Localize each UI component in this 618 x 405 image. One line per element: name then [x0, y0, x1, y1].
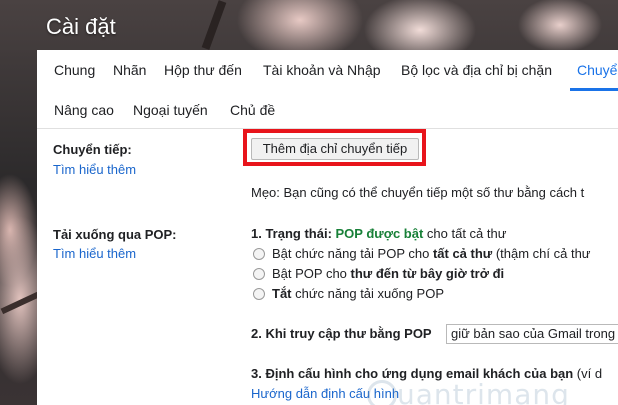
tab-themes[interactable]: Chủ đề [230, 102, 275, 118]
background-branch [201, 0, 227, 50]
settings-panel: Chung Nhãn Hộp thư đến Tài khoản và Nhập… [37, 50, 618, 405]
pop-option-from-now: Bật POP cho thư đến từ bây giờ trở đi [272, 266, 504, 281]
forwarding-tip: Mẹo: Bạn cũng có thể chuyển tiếp một số … [251, 185, 585, 200]
watermark-logo-icon [367, 380, 397, 405]
pop-option-all-bold: tất cả thư [432, 246, 493, 261]
pop-action-select[interactable]: giữ bản sao của Gmail trong [446, 324, 618, 344]
tab-accounts-import[interactable]: Tài khoản và Nhập [263, 62, 381, 78]
tab-filters-blocked[interactable]: Bộ lọc và địa chỉ bị chặn [401, 62, 552, 78]
pop-status-prefix: 1. Trạng thái: [251, 226, 336, 241]
pop-option-from-now-radio[interactable] [253, 268, 265, 280]
add-forwarding-address-button[interactable]: Thêm địa chỉ chuyển tiếp [251, 138, 419, 160]
tab-advanced[interactable]: Nâng cao [54, 102, 114, 118]
pop-label: Tải xuống qua POP: [53, 227, 177, 242]
tab-general[interactable]: Chung [54, 62, 95, 78]
tab-forwarding-pop[interactable]: Chuyể [577, 62, 617, 78]
watermark-text: uantrimang [397, 378, 570, 405]
pop-option-disable: Tắt chức năng tải xuống POP [272, 286, 444, 301]
tab-inbox[interactable]: Hộp thư đến [164, 62, 242, 78]
pop-step2-text: 2. Khi truy cập thư bằng POP [251, 326, 432, 341]
pop-option-all-text: Bật chức năng tải POP cho [272, 246, 433, 261]
page-title: Cài đặt [46, 14, 116, 39]
pop-status: 1. Trạng thái: POP được bật cho tất cả t… [251, 226, 506, 241]
background-branch [0, 291, 40, 315]
pop-option-from-now-bold: thư đến từ bây giờ trở đi [350, 266, 505, 281]
pop-option-disable-radio[interactable] [253, 288, 265, 300]
pop-option-disable-text: chức năng tải xuống POP [291, 286, 445, 301]
pop-option-all-note: (thậm chí cả thư [492, 246, 591, 261]
tab-labels[interactable]: Nhãn [113, 62, 146, 78]
tab-offline[interactable]: Ngoại tuyến [133, 102, 208, 118]
pop-status-value: POP được bật [335, 226, 424, 241]
forwarding-learn-more-link[interactable]: Tìm hiểu thêm [53, 162, 136, 177]
pop-option-from-now-text: Bật POP cho [272, 266, 351, 281]
pop-status-suffix: cho tất cả thư [423, 226, 507, 241]
pop-option-disable-bold: Tắt [272, 286, 292, 301]
active-tab-indicator [570, 88, 618, 91]
pop-option-all-radio[interactable] [253, 248, 265, 260]
pop-option-all: Bật chức năng tải POP cho tất cả thư (th… [272, 246, 591, 261]
settings-tabs: Chung Nhãn Hộp thư đến Tài khoản và Nhập… [37, 50, 618, 90]
pop-step3-suffix: (ví d [573, 366, 603, 381]
pop-learn-more-link[interactable]: Tìm hiểu thêm [53, 246, 136, 261]
forwarding-label: Chuyển tiếp: [53, 142, 132, 157]
pop-step2-label: 2. Khi truy cập thư bằng POP [251, 326, 432, 341]
settings-tabs-row-2: Nâng cao Ngoại tuyến Chủ đề [37, 96, 618, 126]
